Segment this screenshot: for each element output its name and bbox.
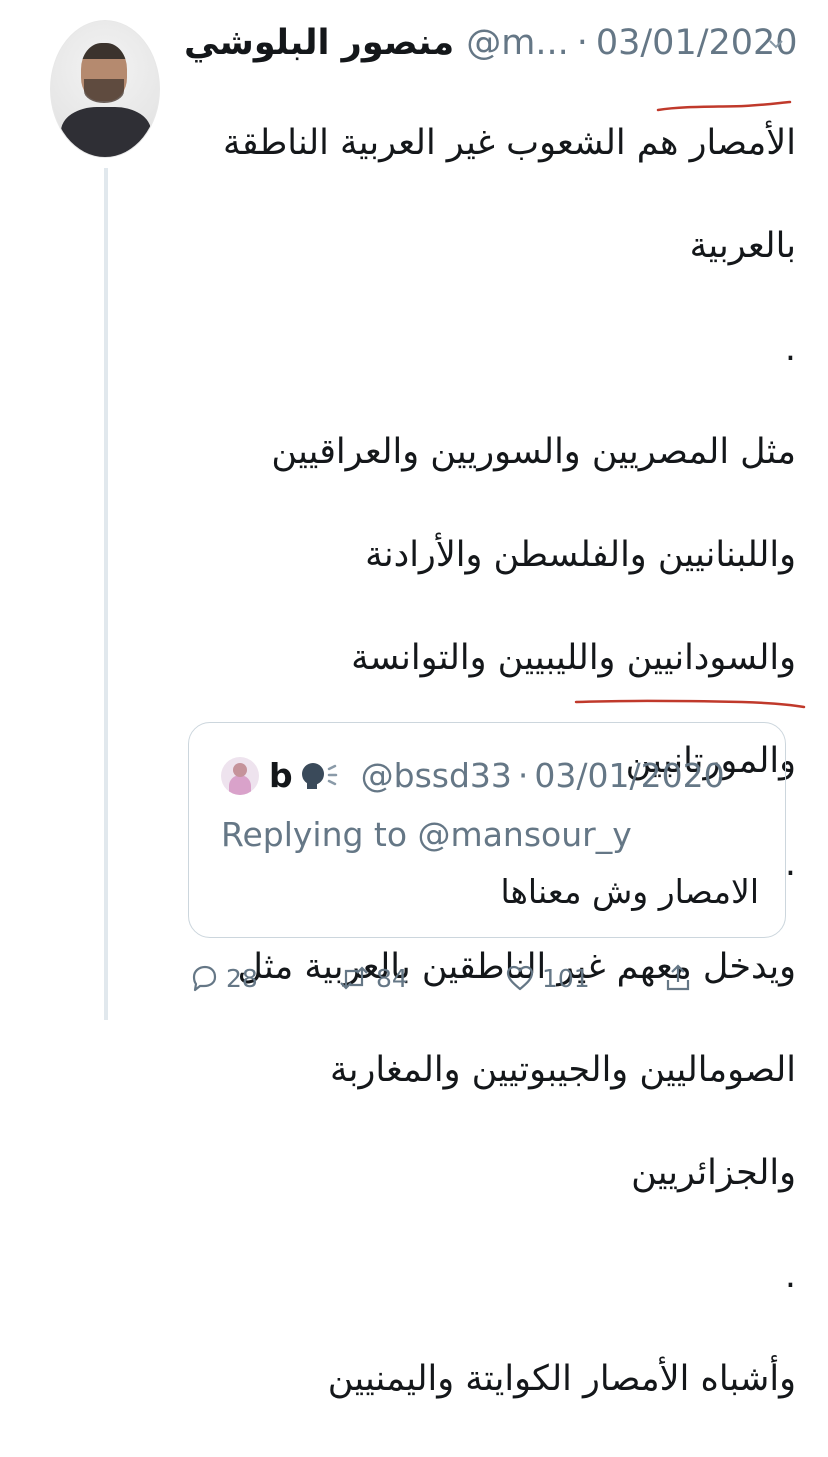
quoted-author-name[interactable]: b (269, 756, 293, 795)
tweet-line: . (784, 328, 796, 369)
reply-icon (192, 965, 217, 992)
tweet-line: الأمصار هم الشعوب غير العربية الناطقة (222, 122, 796, 163)
avatar-figure-head (233, 763, 247, 777)
like-button[interactable]: 101 (504, 956, 590, 1000)
tweet-line: . (784, 1255, 796, 1296)
quoted-tweet-text: الامصار وش معناها (500, 872, 759, 911)
speaking-head-icon (301, 763, 337, 789)
quoted-tweet-header: b @bssd33 · 03/01/2020 (269, 753, 725, 797)
quoted-tweet-date[interactable]: 03/01/2020 (534, 756, 724, 795)
header-separator: · (576, 23, 588, 63)
avatar-beard (84, 79, 124, 103)
quoted-author-avatar[interactable] (221, 757, 259, 795)
reply-button[interactable]: 28 (188, 956, 258, 1000)
red-underline-annotation (656, 100, 792, 112)
tweet-line: بالعربية (689, 225, 796, 266)
tweet-line: مثل المصريين والسوريين والعراقيين (271, 431, 796, 472)
like-count: 101 (542, 963, 590, 993)
author-name[interactable]: منصور البلوشي (184, 23, 454, 63)
tweet-actions-bar: 28 84 101 (188, 956, 708, 1000)
avatar-shoulders (61, 107, 151, 157)
share-icon (666, 964, 690, 991)
tweet-line: الصوماليين والجيبوتيين والمغاربة (330, 1049, 796, 1090)
author-avatar[interactable] (50, 20, 160, 158)
tweet-line: والسودانيين والليبيين والتوانسة (351, 637, 796, 678)
tweet-line: والجزائريين (631, 1152, 796, 1193)
tweet-header: منصور البلوشي @m... · 03/01/2020 (184, 18, 798, 68)
quoted-author-handle[interactable]: @bssd33 (361, 756, 512, 795)
heart-icon (506, 965, 534, 991)
retweet-button[interactable]: 84 (338, 956, 408, 1000)
thread-connector-line (104, 168, 108, 1020)
red-underline-annotation (574, 699, 806, 709)
reply-count: 28 (226, 963, 258, 993)
replying-to-label: Replying to (221, 815, 408, 854)
retweet-icon (340, 966, 368, 990)
tweet-line: واللبنانيين والفلسطن والأرادنة (365, 534, 796, 575)
quoted-header-separator: · (517, 755, 529, 795)
tweet-line: وأشباه الأمصار الكوايتة واليمنيين (327, 1358, 796, 1399)
author-handle[interactable]: @m... (466, 23, 568, 63)
replying-to-mention[interactable]: @mansour_y (418, 815, 632, 854)
quoted-tweet[interactable]: b @bssd33 · 03/01/2020 Replying to @mans… (188, 722, 786, 938)
replying-to-line: Replying to @mansour_y (221, 815, 632, 854)
share-button[interactable] (662, 956, 694, 1000)
retweet-count: 84 (376, 963, 408, 993)
avatar-figure (229, 775, 251, 795)
chevron-down-icon[interactable] (768, 36, 784, 52)
